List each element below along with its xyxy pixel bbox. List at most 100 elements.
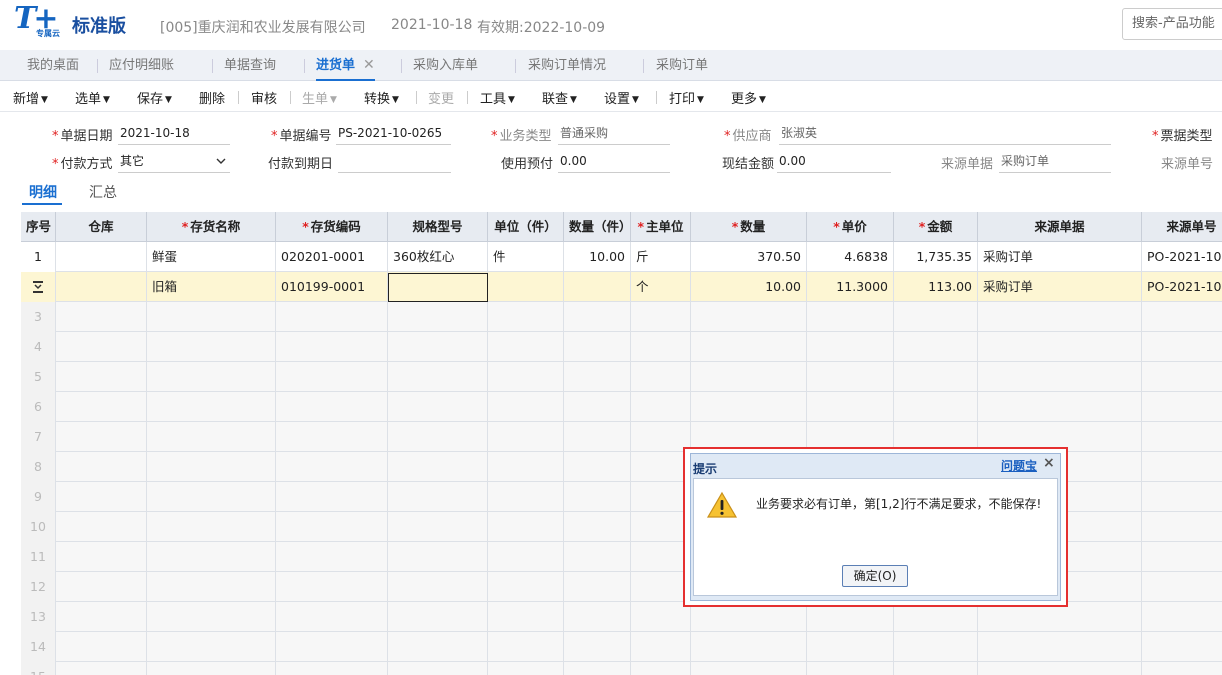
col-unit-pc[interactable]: 单位（件） [488, 212, 564, 242]
col-code[interactable]: * 存货编码 [276, 212, 388, 242]
save-button[interactable]: 保存 ▼ [137, 88, 172, 107]
validity-date: 有效期:2022-10-09 [477, 20, 606, 36]
pay-method-label: * 付款方式 [52, 157, 113, 172]
tab-po-status[interactable]: 采购订单情况 [528, 50, 606, 81]
tab-divider [643, 59, 644, 73]
doc-no-label: * 单据编号 [271, 129, 332, 144]
tab-payable-ledger[interactable]: 应付明细账 [109, 50, 174, 81]
alert-dialog: 提示 问题宝 × 业务要求必有订单，第[1,2]行不满足要求，不能保存! 确定(… [690, 453, 1061, 601]
col-qty[interactable]: * 数量 [691, 212, 807, 242]
select-doc-button[interactable]: 选单 ▼ [75, 88, 110, 107]
table-row[interactable]: 15 [21, 662, 1222, 675]
doc-no-field[interactable]: PS-2021-10-0265 [336, 123, 451, 145]
tab-purchase-order[interactable]: 采购订单 [656, 50, 708, 81]
top-bar: T+ 专属云 标准版 [005]重庆润和农业发展有限公司 2021-10-18 … [0, 0, 1222, 48]
generate-doc-button[interactable]: 生单 ▼ [302, 88, 337, 107]
doc-date-field[interactable]: 2021-10-18 [118, 123, 230, 145]
invoice-type-label: * 票据类型 [1152, 129, 1213, 144]
caret-down-icon: ▼ [392, 95, 399, 105]
pay-method-select[interactable]: 其它 [118, 151, 230, 173]
chevron-down-icon [216, 158, 226, 164]
caret-down-icon: ▼ [103, 95, 110, 105]
toolbar-divider [290, 91, 291, 104]
caret-down-icon: ▼ [570, 95, 577, 105]
tools-button[interactable]: 工具 ▼ [480, 88, 515, 107]
tab-purchase-inbound[interactable]: 采购入库单 [413, 50, 478, 81]
caret-down-icon: ▼ [508, 95, 515, 105]
caret-down-icon: ▼ [41, 95, 48, 105]
tab-detail[interactable]: 明细 [29, 182, 57, 202]
table-row[interactable]: 6 [21, 392, 1222, 422]
edition-label: 标准版 [72, 16, 126, 37]
new-button[interactable]: 新增 ▼ [13, 88, 48, 107]
biz-type-label: * 业务类型 [491, 129, 552, 144]
source-no-label: 来源单号 [1161, 157, 1214, 172]
table-row[interactable]: 旧箱 010199-0001 个 10.00 11.3000 113.00 采购… [21, 272, 1222, 302]
warning-icon [706, 491, 738, 518]
delete-button[interactable]: 删除 [199, 88, 225, 107]
cash-field[interactable]: 0.00 [777, 151, 891, 173]
table-row[interactable]: 3 [21, 302, 1222, 332]
table-row[interactable]: 1 鲜蛋 020201-0001 360枚红心 件 10.00 斤 370.50… [21, 242, 1222, 272]
toolbar-divider [467, 91, 468, 104]
convert-button[interactable]: 转换 ▼ [364, 88, 399, 107]
tab-purchase-receipt[interactable]: 进货单 ✕ [316, 50, 375, 81]
dialog-highlight-frame: 提示 问题宝 × 业务要求必有订单，第[1,2]行不满足要求，不能保存! 确定(… [683, 447, 1068, 607]
col-name[interactable]: * 存货名称 [147, 212, 276, 242]
toolbar-divider [656, 91, 657, 104]
dialog-body: 业务要求必有订单，第[1,2]行不满足要求，不能保存! 确定(O) [693, 478, 1058, 596]
grid-header-row: 序号 仓库 * 存货名称 * 存货编码 规格型号 单位（件） 数量（件） * 主单位 … [21, 212, 1222, 242]
function-search-input[interactable]: 搜索-产品功能 [1122, 8, 1222, 40]
col-warehouse[interactable]: 仓库 [56, 212, 147, 242]
print-button[interactable]: 打印 ▼ [669, 88, 704, 107]
caret-down-icon: ▼ [632, 95, 639, 105]
close-icon[interactable]: × [1043, 455, 1055, 471]
source-doc-field[interactable]: 采购订单 [999, 151, 1111, 173]
active-subtab-indicator [22, 203, 62, 205]
tab-doc-query[interactable]: 单据查询 [224, 50, 276, 81]
close-tab-icon[interactable]: ✕ [363, 57, 375, 73]
caret-down-icon: ▼ [330, 95, 337, 105]
prepay-label: 使用预付 [501, 157, 554, 172]
pay-due-field[interactable] [338, 151, 451, 173]
linked-query-button[interactable]: 联查 ▼ [542, 88, 577, 107]
tab-my-desktop[interactable]: 我的桌面 [27, 50, 79, 81]
col-spec[interactable]: 规格型号 [388, 212, 488, 242]
col-price[interactable]: * 单价 [807, 212, 894, 242]
caret-down-icon: ▼ [759, 95, 766, 105]
settings-button[interactable]: 设置 ▼ [604, 88, 639, 107]
source-doc-label: 来源单据 [941, 157, 994, 172]
supplier-label: * 供应商 [724, 129, 772, 144]
toolbar-divider [238, 91, 239, 104]
app-logo: T+ 专属云 [14, 1, 60, 39]
col-main-unit[interactable]: * 主单位 [631, 212, 691, 242]
col-seq[interactable]: 序号 [21, 212, 56, 242]
col-source-no[interactable]: 来源单号 [1142, 212, 1222, 242]
tab-divider [401, 59, 402, 73]
table-row[interactable]: 5 [21, 362, 1222, 392]
tab-summary[interactable]: 汇总 [89, 182, 117, 202]
audit-button[interactable]: 审核 [251, 88, 277, 107]
company-name: [005]重庆润和农业发展有限公司 [160, 20, 366, 36]
col-source[interactable]: 来源单据 [978, 212, 1142, 242]
biz-type-field[interactable]: 普通采购 [558, 123, 670, 145]
supplier-field[interactable]: 张淑英 [779, 123, 1111, 145]
tab-divider [97, 59, 98, 73]
table-row[interactable]: 14 [21, 632, 1222, 662]
table-row[interactable]: 4 [21, 332, 1222, 362]
change-button[interactable]: 变更 [428, 88, 454, 107]
dialog-title: 提示 [693, 462, 718, 476]
ok-button[interactable]: 确定(O) [842, 565, 908, 587]
pay-due-label: 付款到期日 [268, 157, 334, 172]
more-button[interactable]: 更多 ▼ [731, 88, 766, 107]
row-edit-icon[interactable] [21, 272, 56, 302]
dialog-message: 业务要求必有订单，第[1,2]行不满足要求，不能保存! [756, 497, 1042, 511]
toolbar: 新增 ▼ 选单 ▼ 保存 ▼ 删除 审核 生单 ▼ 转换 ▼ 变更 工具 ▼ 联查 ▼ 设置 ▼… [0, 82, 1222, 112]
col-qty-pc[interactable]: 数量（件） [564, 212, 631, 242]
tab-divider [304, 59, 305, 73]
help-link[interactable]: 问题宝 [1001, 457, 1037, 474]
active-cell-spec[interactable] [388, 273, 488, 302]
prepay-field[interactable]: 0.00 [558, 151, 670, 173]
col-amount[interactable]: * 金额 [894, 212, 978, 242]
doc-date-label: * 单据日期 [52, 129, 113, 144]
